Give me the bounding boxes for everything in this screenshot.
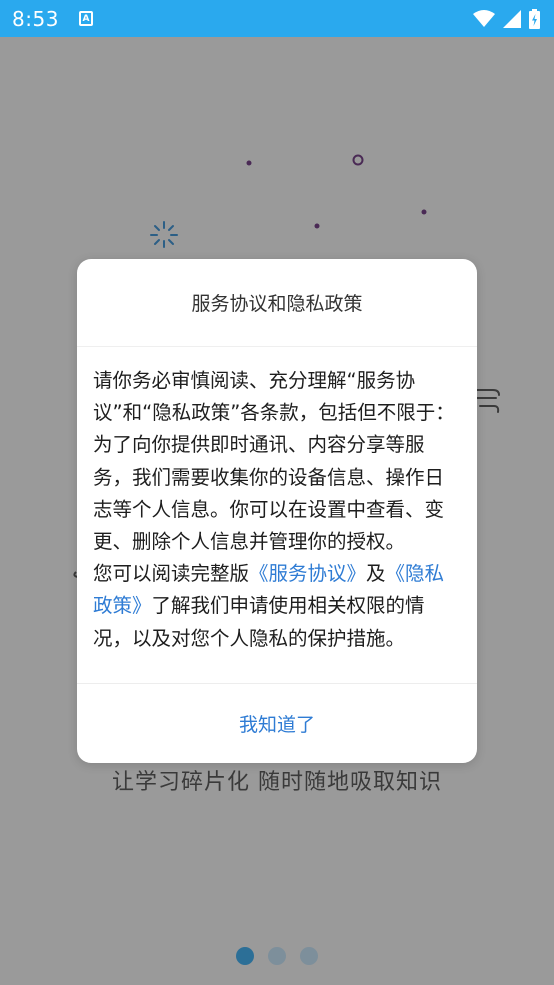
pager-dot-3[interactable] (300, 947, 318, 965)
pager-dot-2[interactable] (268, 947, 286, 965)
dialog-body: 请你务必审慎阅读、充分理解“服务协议”和“隐私政策”各条款，包括但不限于：为了向… (77, 347, 477, 655)
decor-dot-icon (246, 160, 252, 166)
status-time: 8:53 (12, 6, 59, 31)
pager-dot-1[interactable] (236, 947, 254, 965)
dialog-paragraph-1: 请你务必审慎阅读、充分理解“服务协议”和“隐私政策”各条款，包括但不限于：为了向… (93, 369, 455, 554)
cell-signal-icon (503, 9, 521, 28)
status-indicators (473, 8, 540, 29)
confirm-button[interactable]: 我知道了 (209, 700, 345, 747)
paragraph-2-and: 及 (366, 562, 386, 586)
decor-dot-icon (421, 209, 427, 215)
notification-icon: A (78, 11, 93, 26)
splash-slogan: 让学习碎片化 随时随地吸取知识 (112, 770, 442, 795)
dialog-footer: 我知道了 (77, 683, 477, 763)
decor-ring-icon (352, 154, 364, 166)
dialog-title: 服务协议和隐私政策 (77, 259, 477, 347)
wifi-icon (473, 9, 495, 27)
sparkle-icon (150, 221, 178, 248)
paragraph-2-prefix: 您可以阅读完整版 (93, 562, 250, 586)
page-indicator (0, 947, 554, 965)
wind-lines-icon (476, 389, 500, 413)
privacy-dialog: 服务协议和隐私政策 请你务必审慎阅读、充分理解“服务协议”和“隐私政策”各条款，… (77, 259, 477, 763)
decor-dot-icon (314, 223, 320, 229)
status-bar: 8:53 A (0, 0, 554, 37)
dialog-paragraph-2: 您可以阅读完整版《服务协议》及《隐私政策》了解我们申请使用相关权限的情况，以及对… (93, 558, 461, 655)
service-agreement-link[interactable]: 《服务协议》 (249, 562, 366, 585)
battery-icon (529, 8, 540, 29)
